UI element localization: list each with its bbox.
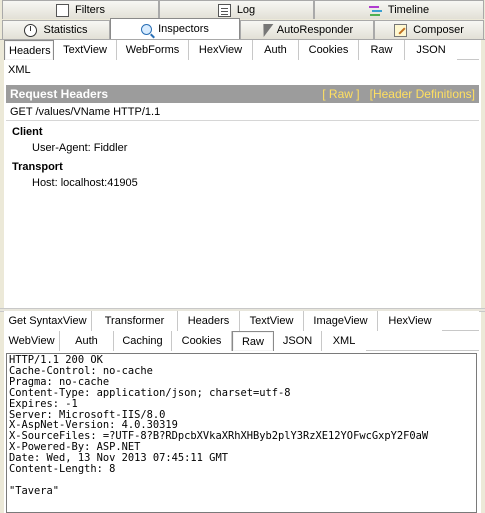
main-tab-strip: Filters Log Timeline Statistics Inspecto… — [0, 0, 485, 40]
tab-autoresponder-label: AutoResponder — [276, 24, 354, 36]
resp-tab-webview[interactable]: WebView — [4, 331, 60, 351]
request-headers-tree: GET /values/VName HTTP/1.1 Client User-A… — [6, 103, 479, 308]
response-inspector-tabs: Get SyntaxView Transformer Headers TextV… — [4, 311, 479, 351]
req-tab-xml[interactable]: XML — [4, 60, 34, 80]
header-group-transport[interactable]: Transport — [6, 160, 479, 175]
tab-autoresponder[interactable]: AutoResponder — [240, 20, 374, 39]
tab-timeline[interactable]: Timeline — [314, 0, 484, 19]
autoresponder-icon — [258, 23, 274, 37]
response-raw-textarea[interactable]: HTTP/1.1 200 OK Cache-Control: no-cache … — [6, 353, 477, 513]
statistics-icon — [24, 23, 38, 37]
tab-filters[interactable]: Filters — [2, 0, 159, 19]
req-tab-raw[interactable]: Raw — [359, 40, 405, 60]
header-definitions-link[interactable]: [Header Definitions] — [370, 87, 475, 101]
resp-tab-textview[interactable]: TextView — [240, 311, 304, 331]
resp-tab-raw[interactable]: Raw — [232, 331, 274, 351]
header-user-agent[interactable]: User-Agent: Fiddler — [6, 140, 479, 156]
resp-tab-transformer[interactable]: Transformer — [92, 311, 178, 331]
request-line[interactable]: GET /values/VName HTTP/1.1 — [6, 103, 479, 121]
raw-link[interactable]: [ Raw ] — [322, 87, 359, 101]
resp-tab-hexview[interactable]: HexView — [378, 311, 442, 331]
left-frame-edge — [0, 40, 4, 513]
resp-tab-auth[interactable]: Auth — [60, 331, 114, 351]
resp-tab-imageview[interactable]: ImageView — [304, 311, 378, 331]
log-icon — [217, 3, 231, 17]
req-tab-webforms[interactable]: WebForms — [117, 40, 189, 60]
request-headers-title: Request Headers — [10, 87, 109, 101]
resp-tab-cookies[interactable]: Cookies — [172, 331, 232, 351]
req-tab-auth[interactable]: Auth — [253, 40, 299, 60]
tab-inspectors-label: Inspectors — [158, 23, 209, 35]
filters-icon — [56, 3, 70, 17]
tab-log[interactable]: Log — [159, 0, 314, 19]
tab-timeline-label: Timeline — [387, 4, 430, 16]
resp-tab-get-syntaxview[interactable]: Get SyntaxView — [4, 311, 92, 331]
tab-composer-label: Composer — [413, 24, 464, 36]
tab-log-label: Log — [236, 4, 256, 16]
header-host[interactable]: Host: localhost:41905 — [6, 175, 479, 191]
inspectors-icon — [141, 23, 153, 35]
tab-composer[interactable]: Composer — [374, 20, 484, 39]
req-tab-cookies[interactable]: Cookies — [299, 40, 359, 60]
timeline-icon — [368, 4, 382, 17]
tab-filters-label: Filters — [75, 4, 105, 16]
resp-tab-xml[interactable]: XML — [322, 331, 366, 351]
req-tab-json[interactable]: JSON — [405, 40, 457, 60]
resp-tab-headers[interactable]: Headers — [178, 311, 240, 331]
tab-statistics[interactable]: Statistics — [2, 20, 110, 39]
right-frame-edge — [481, 40, 485, 513]
header-group-client[interactable]: Client — [6, 125, 479, 140]
request-headers-titlebar: Request Headers [ Raw ] [Header Definiti… — [6, 85, 479, 103]
resp-tab-json[interactable]: JSON — [274, 331, 322, 351]
request-inspector-tabs: Headers TextView WebForms HexView Auth C… — [4, 40, 479, 80]
req-tab-hexview[interactable]: HexView — [189, 40, 253, 60]
composer-icon — [394, 23, 408, 37]
req-tab-headers[interactable]: Headers — [4, 40, 54, 60]
req-tab-textview[interactable]: TextView — [54, 40, 117, 60]
tab-inspectors[interactable]: Inspectors — [110, 18, 240, 39]
resp-tab-caching[interactable]: Caching — [114, 331, 172, 351]
tab-statistics-label: Statistics — [43, 24, 88, 36]
